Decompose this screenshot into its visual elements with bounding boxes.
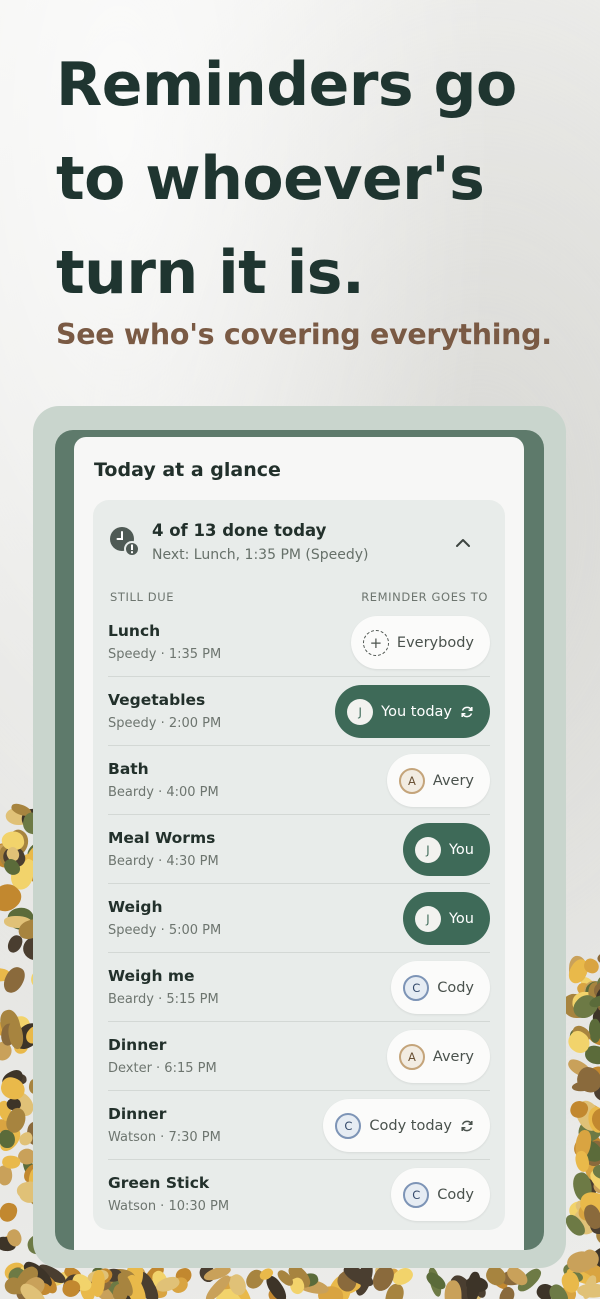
reminder-meta: Watson · 7:30 PM bbox=[108, 1130, 221, 1145]
reminder-name: Lunch bbox=[108, 622, 161, 640]
reminder-row[interactable]: Bath Beardy · 4:00 PM A Avery bbox=[108, 746, 490, 815]
assignee-label: Avery bbox=[432, 772, 474, 789]
assignee-label: You bbox=[449, 841, 474, 858]
reminder-meta: Speedy · 1:35 PM bbox=[108, 647, 222, 662]
assignee-label: You bbox=[449, 910, 474, 927]
reminder-name: Weigh bbox=[108, 898, 163, 916]
avatar: J bbox=[347, 698, 374, 725]
avatar: C bbox=[403, 1181, 430, 1208]
assignee-pill[interactable]: J You bbox=[403, 823, 490, 876]
assignee-pill[interactable]: C Cody today bbox=[323, 1099, 490, 1152]
reminder-row[interactable]: Vegetables Speedy · 2:00 PM J You today bbox=[108, 677, 490, 746]
reminder-meta: Speedy · 5:00 PM bbox=[108, 923, 222, 938]
assignee-pill[interactable]: + Everybody bbox=[350, 616, 490, 669]
avatar: J bbox=[415, 836, 441, 863]
reminder-name: Green Stick bbox=[108, 1174, 210, 1192]
food-piece bbox=[91, 1269, 105, 1297]
reminder-row[interactable]: Dinner Dexter · 6:15 PM A Avery bbox=[108, 1022, 490, 1091]
reminder-list: Lunch Speedy · 1:35 PM + Everybody Vegetable… bbox=[108, 608, 490, 1229]
reminder-row[interactable]: Weigh me Beardy · 5:15 PM C Cody bbox=[108, 953, 490, 1022]
column-header-still-due: STILL DUE bbox=[110, 590, 175, 604]
assignee-pill[interactable]: A Avery bbox=[386, 754, 490, 807]
assignee-label: Everybody bbox=[396, 634, 474, 651]
reminder-meta: Dexter · 6:15 PM bbox=[108, 1061, 217, 1076]
reminder-row[interactable]: Lunch Speedy · 1:35 PM + Everybody bbox=[108, 608, 490, 677]
headline: Reminders go to whoever's turn it is. bbox=[56, 50, 517, 308]
assignee-pill[interactable]: J You bbox=[403, 892, 490, 945]
everyone-icon: + bbox=[362, 629, 389, 656]
avatar: J bbox=[415, 905, 441, 932]
reminder-meta: Beardy · 5:15 PM bbox=[108, 992, 219, 1007]
reminder-row[interactable]: Green Stick Watson · 10:30 PM C Cody bbox=[108, 1160, 490, 1229]
reminder-meta: Watson · 10:30 PM bbox=[108, 1199, 230, 1214]
reminder-row[interactable]: Meal Worms Beardy · 4:30 PM J You bbox=[108, 815, 490, 884]
assignee-pill[interactable]: J You today bbox=[335, 685, 490, 738]
assignee-label: Cody bbox=[437, 1186, 474, 1203]
today-panel: 4 of 13 done today Next: Lunch, 1:35 PM … bbox=[93, 500, 505, 1230]
reminder-name: Bath bbox=[108, 760, 149, 778]
reminder-name: Vegetables bbox=[108, 691, 206, 709]
chevron-up-icon bbox=[456, 539, 470, 547]
avatar: C bbox=[403, 974, 430, 1001]
assignee-label: You today bbox=[381, 703, 452, 720]
food-piece bbox=[0, 1200, 19, 1223]
reminder-meta: Beardy · 4:00 PM bbox=[108, 785, 219, 800]
page-title: Today at a glance bbox=[94, 459, 281, 481]
reminder-row[interactable]: Weigh Speedy · 5:00 PM J You bbox=[108, 884, 490, 953]
reminder-name: Weigh me bbox=[108, 967, 195, 985]
rotate-icon bbox=[460, 705, 474, 719]
clock-alert-icon bbox=[110, 527, 139, 556]
avatar: C bbox=[335, 1112, 362, 1139]
app-screen: Today at a glance 4 of 13 done today Nex… bbox=[74, 437, 524, 1250]
reminder-row[interactable]: Dinner Watson · 7:30 PM C Cody today bbox=[108, 1091, 490, 1160]
assignee-label: Avery bbox=[432, 1048, 474, 1065]
column-header-reminder-goes-to: REMINDER GOES TO bbox=[361, 590, 488, 604]
assignee-pill[interactable]: A Avery bbox=[386, 1030, 490, 1083]
reminder-name: Dinner bbox=[108, 1036, 167, 1054]
reminder-name: Dinner bbox=[108, 1105, 167, 1123]
assignee-pill[interactable]: C Cody bbox=[391, 1168, 490, 1221]
summary-title: 4 of 13 done today bbox=[152, 521, 327, 540]
avatar: A bbox=[398, 1043, 425, 1070]
assignee-pill[interactable]: C Cody bbox=[391, 961, 490, 1014]
reminder-meta: Beardy · 4:30 PM bbox=[108, 854, 219, 869]
collapse-button[interactable] bbox=[449, 529, 477, 557]
avatar: A bbox=[398, 767, 425, 794]
food-piece bbox=[465, 1276, 489, 1292]
assignee-label: Cody bbox=[437, 979, 474, 996]
subline: See who's covering everything. bbox=[56, 318, 552, 351]
assignee-label: Cody today bbox=[369, 1117, 452, 1134]
reminder-name: Meal Worms bbox=[108, 829, 216, 847]
rotate-icon bbox=[460, 1119, 474, 1133]
summary-next: Next: Lunch, 1:35 PM (Speedy) bbox=[152, 547, 369, 563]
reminder-meta: Speedy · 2:00 PM bbox=[108, 716, 222, 731]
